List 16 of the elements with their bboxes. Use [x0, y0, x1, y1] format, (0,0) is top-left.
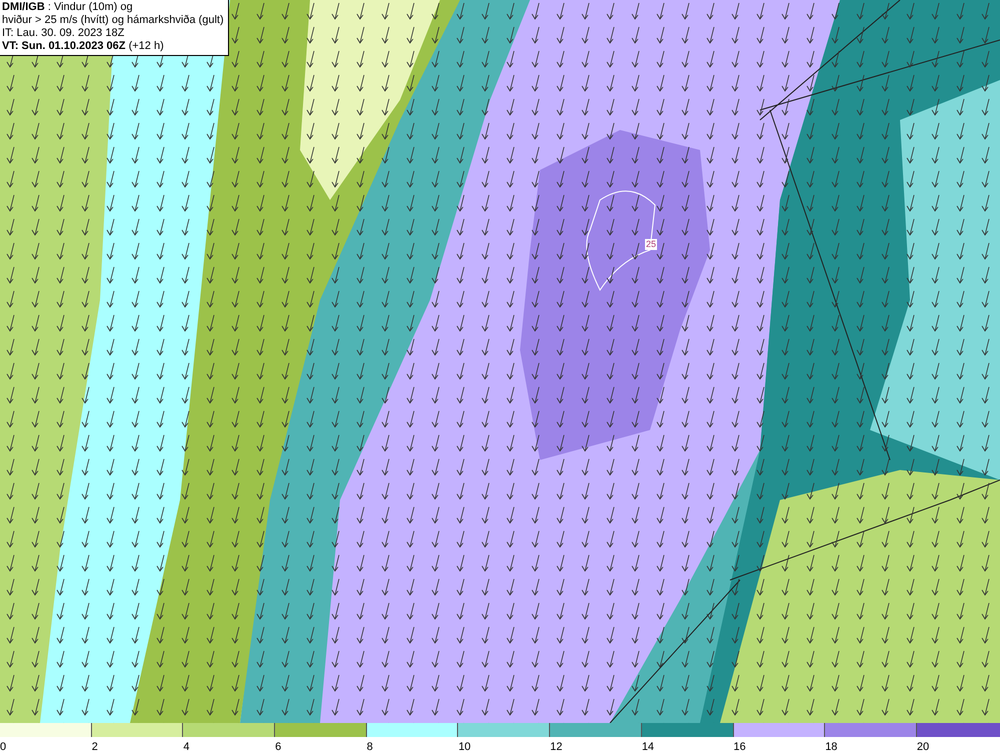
title-line: IT: Lau. 30. 09. 2023 18Z: [2, 27, 126, 40]
legend-label: 8: [366, 741, 373, 753]
legend-label: 18: [825, 741, 838, 753]
legend-label: 14: [642, 741, 654, 753]
legend-label: 4: [183, 741, 190, 753]
legend-label: 6: [275, 741, 282, 753]
contour-label: 25: [645, 239, 658, 250]
legend-label: 10: [458, 741, 471, 753]
legend-label: 0: [0, 741, 6, 753]
legend-label: 20: [916, 741, 930, 753]
legend-label: 16: [734, 741, 746, 753]
title-line: DMI/IGB : Vindur (10m) og: [2, 1, 134, 14]
legend-label: 2: [92, 741, 98, 753]
title-line: VT: Sun. 01.10.2023 06Z (+12 h): [2, 40, 165, 53]
title-line: hviður > 25 m/s (hvítt) og hámarkshviða (gult): [2, 14, 224, 27]
legend-label: 12: [550, 741, 562, 753]
